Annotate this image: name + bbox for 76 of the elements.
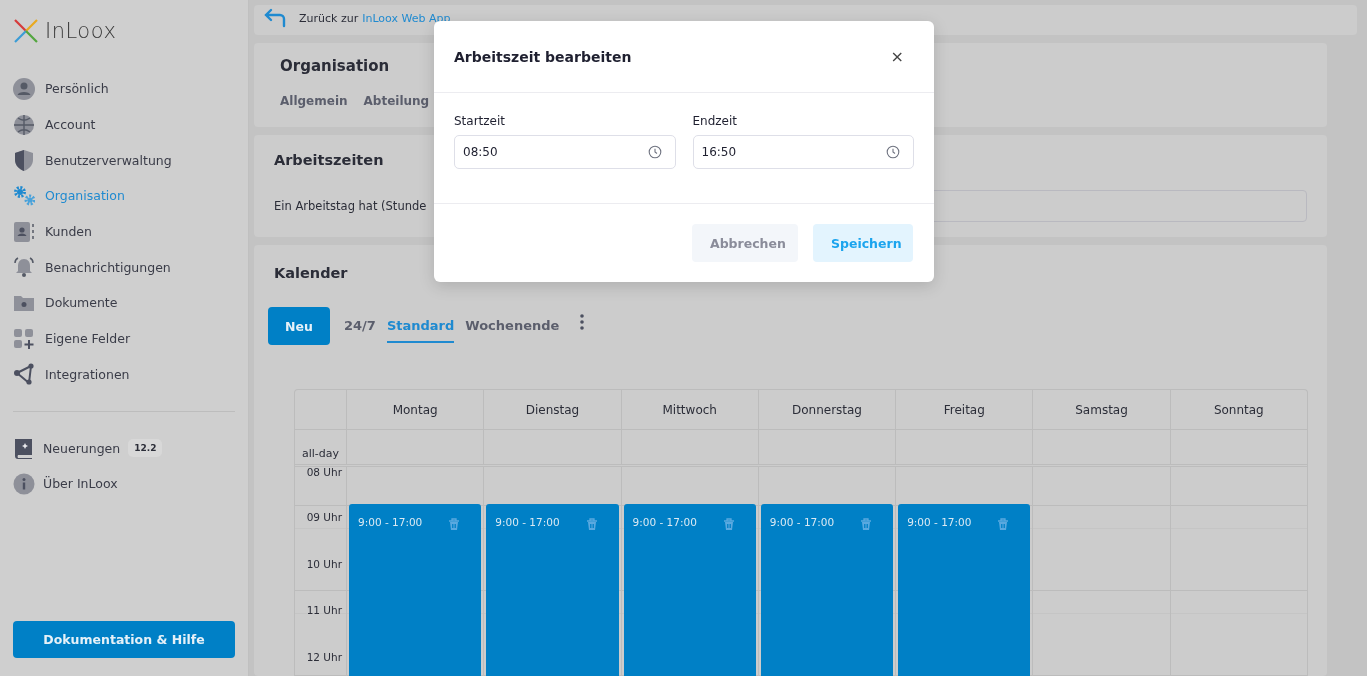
trash-icon — [859, 517, 874, 531]
share-icon — [13, 363, 35, 386]
sidebar-item[interactable]: Eigene Felder — [13, 320, 131, 357]
column-header: Samstag — [1033, 390, 1171, 429]
sidebar-item[interactable]: Persönlich — [13, 71, 109, 107]
event-time: 9:00 - 17:00 — [769, 516, 835, 528]
info-icon — [13, 472, 35, 495]
calendar-event[interactable]: 9:00 - 17:00 — [760, 504, 894, 676]
grid-plus-icon — [13, 327, 35, 350]
column-header: Sonntag — [1212, 401, 1265, 419]
close-button[interactable]: × — [886, 47, 908, 66]
time-label: 09 Uhr — [305, 511, 343, 525]
event-time: 9:00 - 17:00 — [358, 516, 423, 528]
back-arrow-icon — [263, 7, 287, 29]
new-button[interactable]: Neu — [268, 307, 330, 345]
bell-icon — [13, 256, 35, 279]
sidebar-item[interactable]: Benutzerverwaltung — [13, 142, 172, 179]
card-title: Arbeitszeiten — [274, 152, 385, 168]
tab[interactable]: Wochenende — [465, 309, 560, 343]
clock-icon — [886, 145, 900, 159]
calendar-event[interactable]: 9:00 - 17:00 — [623, 504, 756, 676]
book-icon — [13, 437, 35, 460]
trash-icon — [996, 517, 1011, 531]
time-label: 10 Uhr — [305, 557, 343, 572]
sidebar-item[interactable]: Organisation — [13, 178, 125, 214]
column-header: Freitag — [896, 390, 1034, 429]
event-time: 9:00 - 17:00 — [632, 516, 697, 528]
card-title: Kalender — [274, 265, 349, 281]
calendar-event[interactable]: 9:00 - 17:00 — [349, 504, 482, 676]
row-label: all-day — [295, 430, 347, 464]
field-label: Endzeit — [692, 114, 739, 128]
logo-icon — [13, 18, 39, 44]
contact-card-icon — [13, 220, 35, 243]
sidebar-item[interactable]: Dokumente — [13, 285, 118, 321]
time-label: 08 Uhr — [305, 467, 343, 480]
clock-icon — [647, 145, 662, 159]
person-icon — [13, 77, 35, 100]
tab[interactable]: Abteilung — [363, 94, 430, 108]
help-button[interactable]: Dokumentation & Hilfe — [13, 621, 235, 658]
sidebar-item[interactable]: Account — [13, 106, 96, 143]
cancel-button[interactable]: Abbrechen — [692, 224, 798, 262]
sidebar-item[interactable]: Kunden — [13, 213, 92, 250]
time-field[interactable]: 08:50 — [454, 135, 676, 169]
event-time: 9:00 - 17:00 — [495, 516, 560, 528]
version-badge: 12.2 — [128, 439, 163, 458]
calendar-event[interactable]: 9:00 - 17:00 — [486, 504, 619, 676]
tab[interactable]: 24/7 — [344, 309, 376, 343]
globe-icon — [13, 113, 35, 136]
tab[interactable]: Allgemein — [280, 94, 348, 108]
column-header: Mittwoch — [621, 390, 759, 429]
more-icon[interactable] — [579, 314, 586, 330]
dialog-title: Arbeitszeit bearbeiten — [454, 48, 632, 65]
column-header: Donnerstag — [758, 390, 897, 429]
field-label: Startzeit — [454, 114, 507, 128]
field-label: Ein Arbeitstag hat (Stunde — [274, 199, 427, 213]
save-button[interactable]: Speichern — [813, 224, 913, 262]
shield-icon — [13, 149, 35, 172]
time-field[interactable]: 16:50 — [692, 135, 914, 169]
logo-text: InLoox — [45, 19, 117, 43]
sidebar-item[interactable]: Integrationen — [13, 356, 130, 393]
calendar-event[interactable]: 9:00 - 17:00 — [898, 504, 1031, 676]
card-title: Organisation — [280, 57, 391, 75]
time-label: 12 Uhr — [305, 650, 343, 665]
tab[interactable]: Standard — [386, 309, 455, 343]
trash-icon — [584, 517, 599, 531]
sidebar-item[interactable]: Neuerungen — [13, 430, 121, 466]
column-header: Montag — [347, 390, 485, 429]
trash-icon — [447, 517, 462, 531]
back-text: Zurück zur — [299, 11, 359, 25]
column-header: Dienstag — [484, 390, 622, 429]
gears-icon — [13, 184, 35, 207]
sidebar-item[interactable]: Über InLoox — [13, 465, 118, 502]
event-time: 9:00 - 17:00 — [907, 516, 972, 528]
trash-icon — [721, 517, 736, 531]
sidebar-item[interactable]: Benachrichtigungen — [13, 249, 171, 286]
time-label: 11 Uhr — [305, 604, 343, 618]
